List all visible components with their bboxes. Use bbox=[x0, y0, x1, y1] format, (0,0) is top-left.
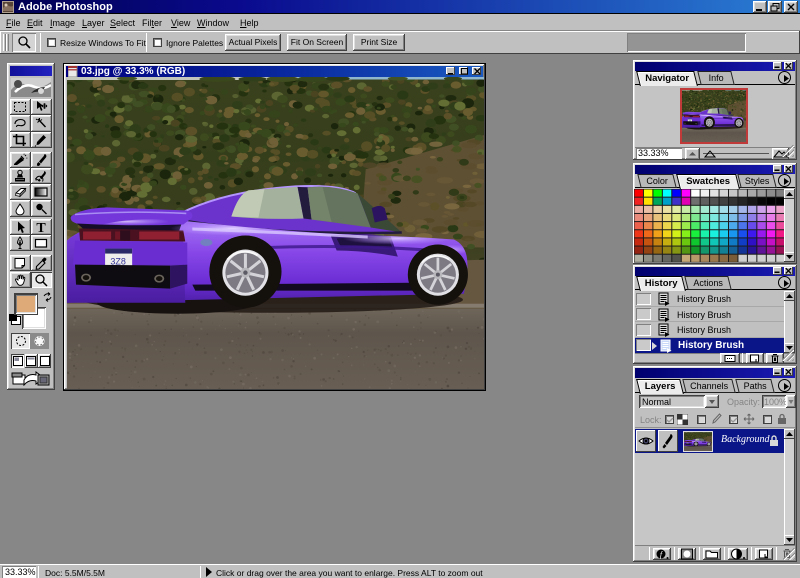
svg-text:T: T bbox=[36, 221, 46, 234]
